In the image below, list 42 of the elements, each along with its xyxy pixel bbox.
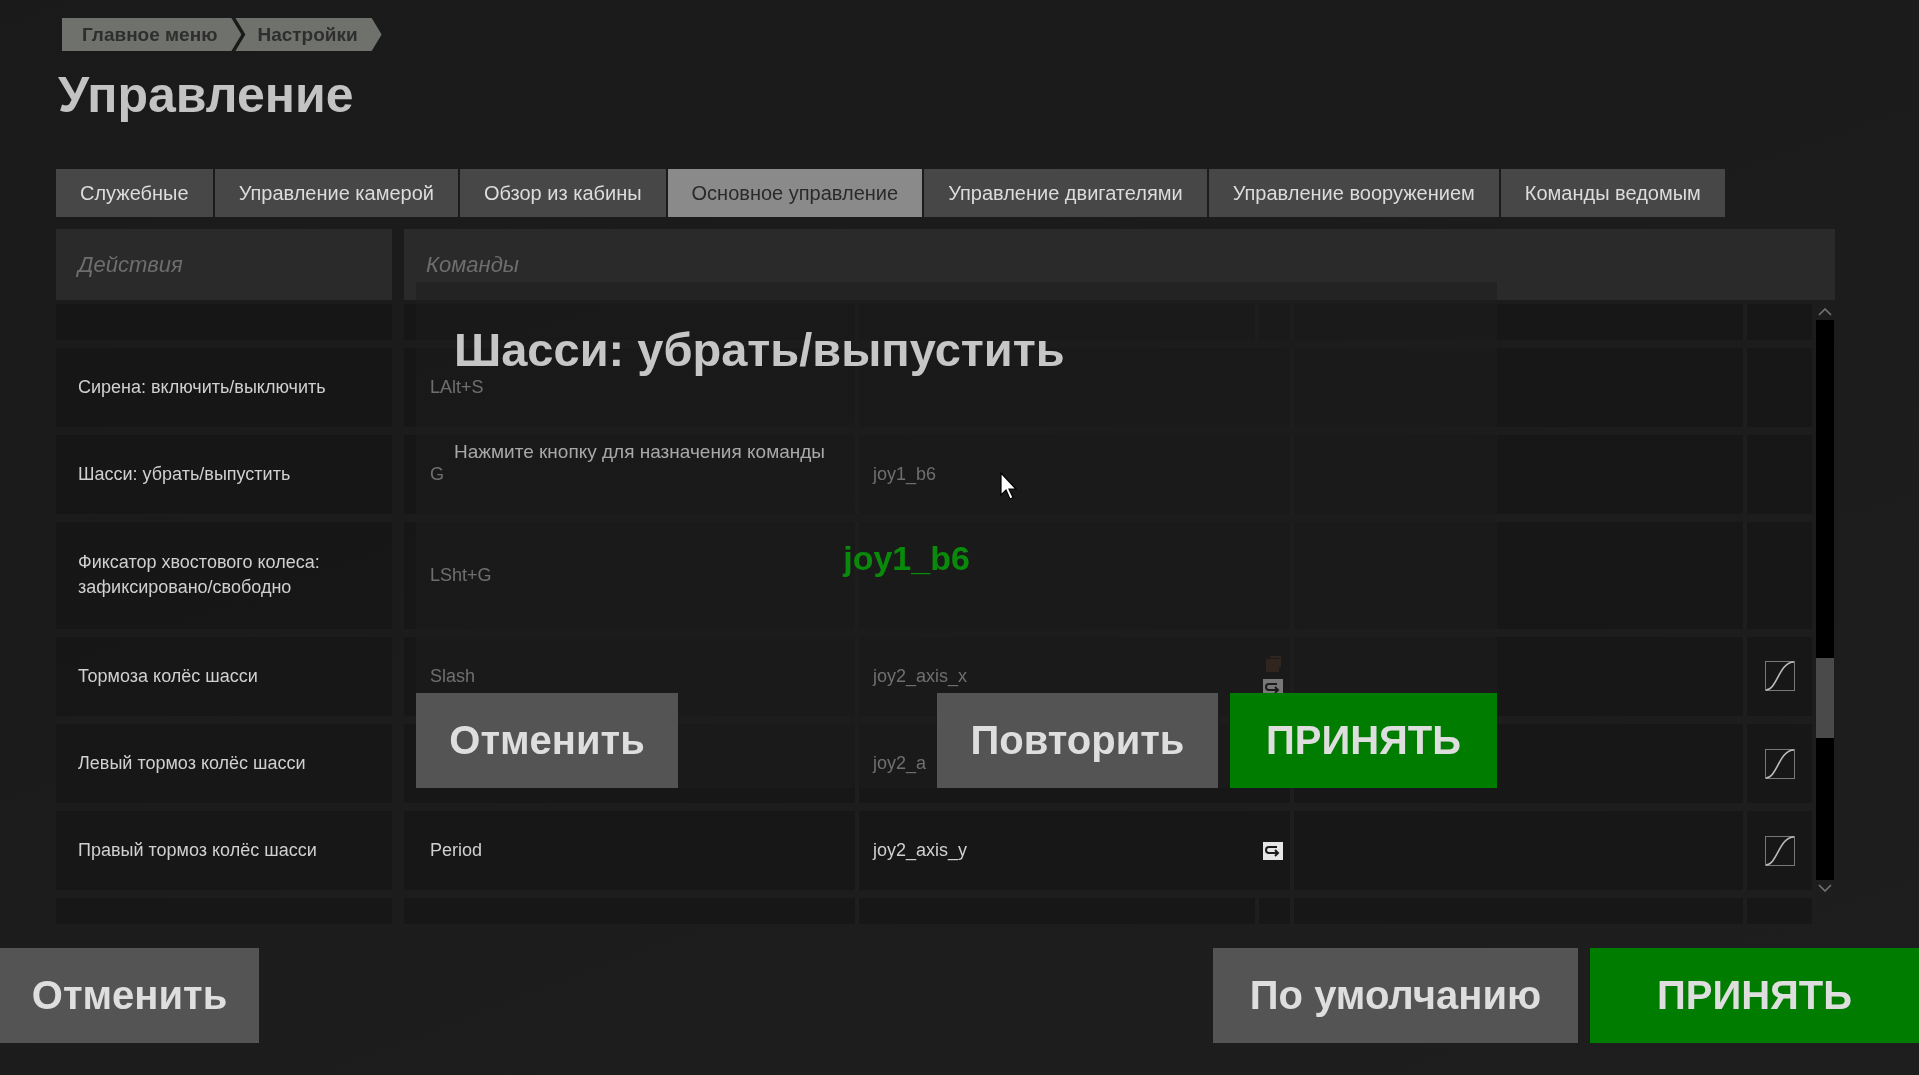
tab[interactable]: Управление камерой (214, 169, 458, 217)
action-cell: Фиксатор хвостового колеса: зафиксировано/свободно (56, 521, 392, 629)
joystick-binding: joy2_axis_y (873, 840, 968, 862)
action-button[interactable]: Повторить (937, 693, 1218, 788)
swap-icon (1262, 841, 1283, 860)
key-binding: LSht+G (430, 564, 492, 586)
dialog-hint: Нажмите кнопку для назначения команды (454, 441, 826, 463)
page-title: Управление (58, 66, 355, 125)
action-cell: Сирена: включить/выключить (56, 347, 392, 427)
action-button[interactable]: По умолчанию (1213, 948, 1578, 1043)
joystick-binding: joy2_axis_x (873, 665, 968, 687)
joystick-binding: joy2_a (873, 753, 927, 775)
key-binding: Period (430, 840, 483, 862)
joystick-binding: joy1_b6 (873, 463, 937, 485)
tab[interactable]: Обзор из кабины (459, 169, 666, 217)
curve-icon[interactable] (1764, 748, 1795, 779)
cursor-icon (1000, 472, 1018, 500)
curve-icon[interactable] (1764, 835, 1795, 866)
scroll-up-icon[interactable] (1818, 308, 1832, 316)
scrollbar[interactable] (1816, 320, 1834, 880)
action-button[interactable]: Отменить (416, 693, 678, 788)
key-binding: G (430, 463, 444, 485)
tab[interactable]: Служебные (56, 169, 213, 217)
action-cell: Правый тормоз колёс шасси (56, 811, 392, 891)
column-header: Действия (56, 229, 392, 300)
curve-icon[interactable] (1764, 661, 1795, 692)
tab[interactable]: Управление двигателями (924, 169, 1207, 217)
accept-button[interactable]: ПРИНЯТЬ (1590, 948, 1919, 1043)
scroll-down-icon[interactable] (1818, 884, 1832, 892)
tab[interactable]: Команды ведомым (1500, 169, 1725, 217)
column-header: Команды (404, 229, 1835, 300)
accept-button[interactable]: ПРИНЯТЬ (1230, 693, 1497, 788)
captured-binding: joy1_b6 (843, 539, 970, 578)
key-binding: LAlt+S (430, 376, 484, 398)
action-cell: Шасси: убрать/выпустить (56, 434, 392, 514)
action-button[interactable]: Отменить (0, 948, 259, 1043)
key-binding: Slash (430, 665, 476, 687)
tab[interactable]: Основное управление (667, 169, 923, 217)
action-cell: Левый тормоз колёс шасси (56, 723, 392, 804)
action-cell: Тормоза колёс шасси (56, 636, 392, 716)
tab[interactable]: Управление вооружением (1208, 169, 1499, 217)
binding-row[interactable]: Period joy2_axis_y (404, 811, 1812, 891)
